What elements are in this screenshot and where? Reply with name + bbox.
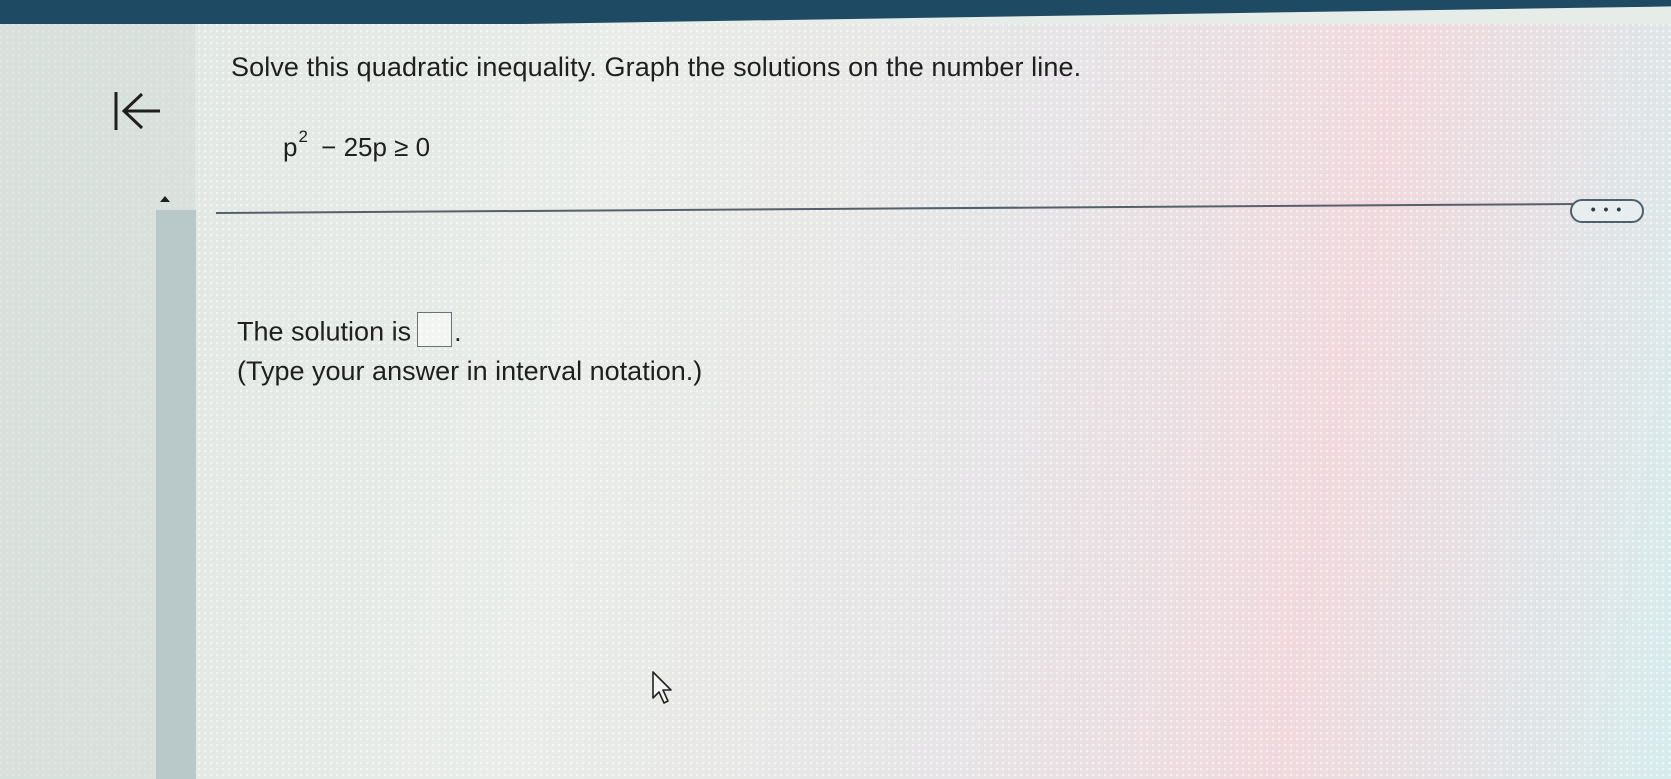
- equation-rest: − 25p ≥ 0: [313, 132, 431, 162]
- answer-line: The solution is.: [237, 312, 462, 351]
- answer-prompt: The solution is: [237, 316, 412, 347]
- inequality-equation: p2 − 25p ≥ 0: [283, 127, 431, 163]
- equation-variable: p: [283, 132, 298, 162]
- answer-period: .: [454, 316, 462, 347]
- more-options-button[interactable]: • • •: [1570, 199, 1644, 223]
- question-instruction: Solve this quadratic inequality. Graph t…: [231, 52, 1082, 82]
- equation-exponent: 2: [298, 127, 308, 146]
- answer-input[interactable]: [417, 312, 453, 347]
- back-to-start-icon: [114, 92, 160, 130]
- answer-format-hint: (Type your answer in interval notation.): [237, 356, 703, 386]
- back-to-start-button[interactable]: [108, 86, 164, 136]
- scroll-up-arrow-icon[interactable]: [160, 196, 170, 202]
- mouse-cursor-icon: [652, 671, 672, 704]
- scrollbar-track[interactable]: [156, 210, 196, 779]
- content-area: [0, 24, 1671, 779]
